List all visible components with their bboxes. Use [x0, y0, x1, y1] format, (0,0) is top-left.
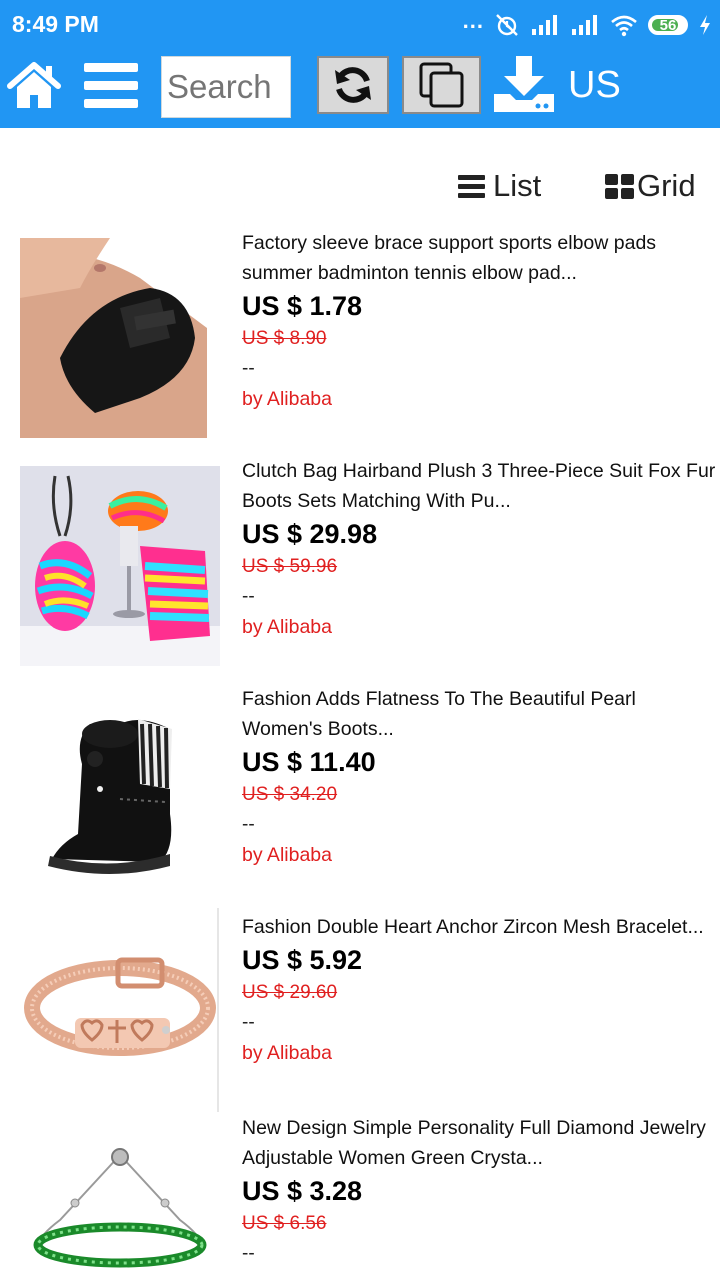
wifi-icon — [611, 15, 637, 37]
product-rating: -- — [242, 358, 255, 379]
product-rating: -- — [242, 586, 255, 607]
product-price: US $ 11.40 — [242, 747, 376, 777]
product-title[interactable]: Factory sleeve brace support sports elbo… — [242, 228, 720, 288]
product-info: Fashion Adds Flatness To The Beautiful P… — [242, 684, 720, 870]
home-button[interactable] — [6, 60, 62, 112]
copy-icon — [419, 62, 463, 108]
list-view-label: List — [493, 168, 542, 203]
grid-view-toggle[interactable]: Grid — [605, 166, 696, 206]
menu-button[interactable] — [84, 63, 138, 109]
battery-level: 56 — [659, 16, 677, 34]
product-title[interactable]: Fashion Adds Flatness To The Beautiful P… — [242, 684, 720, 744]
product-rating: -- — [242, 814, 255, 835]
search-input[interactable] — [161, 56, 291, 118]
currency-selector[interactable]: US — [568, 64, 621, 107]
product-rating: -- — [242, 1012, 255, 1033]
grid-icon — [605, 173, 634, 199]
status-bar: 8:49 PM ... 56 — [0, 0, 720, 50]
download-button[interactable] — [492, 54, 556, 116]
product-seller[interactable]: by Alibaba — [242, 612, 720, 642]
status-icons: ... 56 — [463, 8, 712, 38]
bolt-icon — [700, 15, 710, 35]
product-price: US $ 1.78 — [242, 291, 363, 321]
product-image[interactable] — [20, 908, 220, 1112]
status-time: 8:49 PM — [12, 11, 99, 37]
product-original-price: US $ 59.96 — [242, 556, 338, 577]
product-title[interactable]: Clutch Bag Hairband Plush 3 Three-Piece … — [242, 456, 720, 516]
list-view-toggle[interactable]: List — [458, 166, 541, 206]
product-original-price: US $ 34.20 — [242, 784, 338, 805]
product-image[interactable] — [20, 466, 220, 666]
signal-2-icon — [572, 15, 597, 35]
product-seller[interactable]: by Alibaba — [242, 1038, 720, 1068]
product-image[interactable] — [20, 694, 220, 894]
product-info: New Design Simple Personality Full Diamo… — [242, 1113, 720, 1269]
product-original-price: US $ 29.60 — [242, 982, 338, 1003]
copy-button[interactable] — [402, 56, 481, 114]
product-original-price: US $ 8.90 — [242, 328, 327, 349]
more-notifications-icon: ... — [462, 8, 484, 33]
toolbar: US — [0, 50, 720, 128]
product-price: US $ 3.28 — [242, 1176, 363, 1206]
menu-icon — [84, 63, 138, 72]
home-icon — [7, 62, 61, 108]
product-original-price: US $ 6.56 — [242, 1213, 327, 1234]
product-price: US $ 5.92 — [242, 945, 363, 975]
product-image[interactable] — [20, 1125, 220, 1280]
refresh-button[interactable] — [317, 56, 389, 114]
alarm-off-icon — [496, 14, 518, 36]
battery-icon: 56 — [648, 15, 688, 35]
product-info: Fashion Double Heart Anchor Zircon Mesh … — [242, 912, 720, 1068]
list-icon — [458, 171, 485, 202]
product-info: Clutch Bag Hairband Plush 3 Three-Piece … — [242, 456, 720, 642]
product-rating: -- — [242, 1243, 255, 1264]
download-icon — [494, 56, 554, 112]
product-info: Factory sleeve brace support sports elbo… — [242, 228, 720, 414]
signal-1-icon — [532, 15, 557, 35]
product-price: US $ 29.98 — [242, 519, 378, 549]
grid-view-label: Grid — [637, 168, 696, 203]
product-image[interactable] — [20, 238, 207, 438]
product-title[interactable]: New Design Simple Personality Full Diamo… — [242, 1113, 720, 1173]
product-seller[interactable]: by Alibaba — [242, 384, 720, 414]
product-seller[interactable]: by Alibaba — [242, 840, 720, 870]
product-title[interactable]: Fashion Double Heart Anchor Zircon Mesh … — [242, 912, 720, 942]
refresh-icon — [335, 67, 371, 103]
